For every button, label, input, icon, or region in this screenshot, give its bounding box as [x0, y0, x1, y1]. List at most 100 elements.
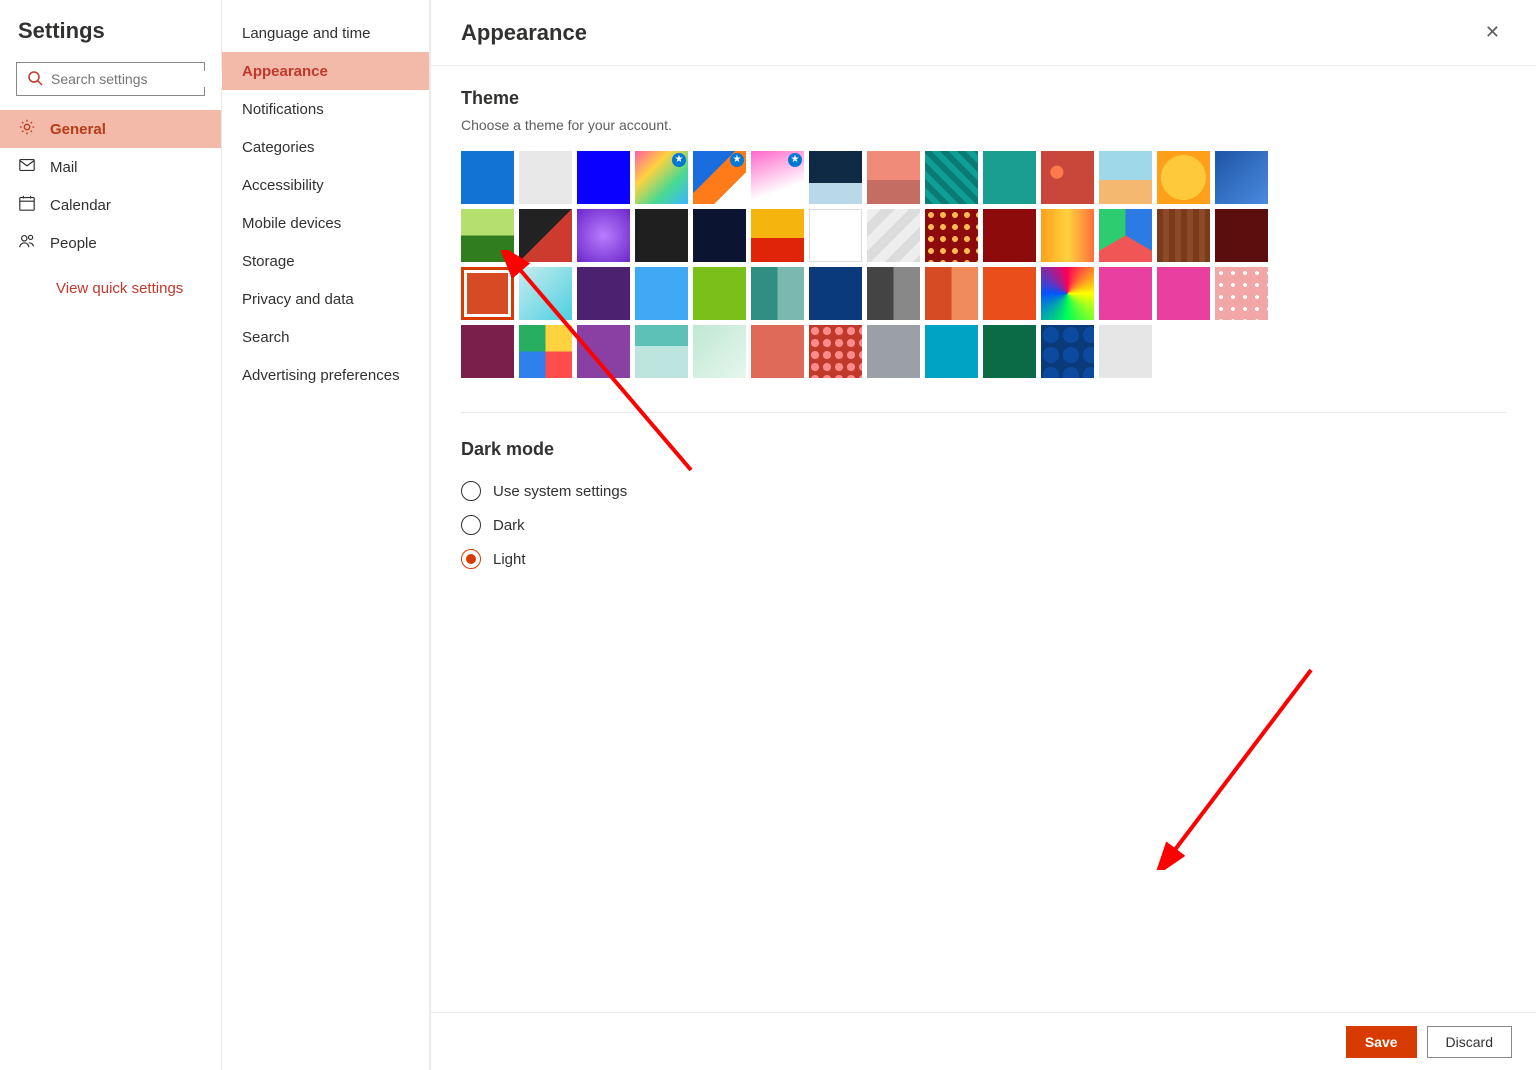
close-button[interactable]: ✕ — [1477, 18, 1508, 47]
theme-swatch-orange-split[interactable] — [925, 267, 978, 320]
discard-button[interactable]: Discard — [1427, 1026, 1512, 1058]
theme-swatch-midnight[interactable] — [693, 209, 746, 262]
theme-swatch-red-tri[interactable] — [519, 209, 572, 262]
sub-nav-item-cat[interactable]: Categories — [222, 128, 429, 166]
sub-nav-item-appearance[interactable]: Appearance — [222, 52, 429, 90]
premium-star-icon: ★ — [788, 153, 802, 167]
view-quick-settings-link[interactable]: View quick settings — [0, 262, 221, 297]
theme-swatch-violet-glow[interactable] — [577, 209, 630, 262]
theme-subtext: Choose a theme for your account. — [461, 117, 1506, 133]
theme-swatch-dark-red[interactable] — [1215, 209, 1268, 262]
theme-swatch-unicorn[interactable]: ★ — [751, 151, 804, 204]
theme-swatch-sky-blue[interactable] — [635, 267, 688, 320]
theme-swatch-gray-split[interactable] — [867, 267, 920, 320]
theme-swatch-palm-sunset[interactable] — [867, 151, 920, 204]
theme-swatch-red-bubbles[interactable] — [809, 325, 862, 378]
theme-swatch-magenta[interactable] — [1099, 267, 1152, 320]
theme-swatch-star[interactable] — [1157, 151, 1210, 204]
radio-icon — [461, 515, 481, 535]
theme-swatch-crayons[interactable] — [1041, 209, 1094, 262]
theme-swatch-purple[interactable] — [577, 325, 630, 378]
theme-swatch-maroon[interactable] — [983, 209, 1036, 262]
theme-swatch-shapes[interactable] — [1099, 209, 1152, 262]
settings-sub-nav: Language and timeAppearanceNotifications… — [222, 0, 430, 1070]
theme-swatch-forest[interactable] — [983, 325, 1036, 378]
left-nav-label: People — [50, 235, 97, 252]
theme-swatch-sailboat[interactable] — [1099, 151, 1152, 204]
radio-icon — [461, 481, 481, 501]
radio-label: Use system settings — [493, 483, 627, 500]
theme-swatch-navy[interactable] — [809, 267, 862, 320]
theme-swatch-beach-dark[interactable] — [809, 151, 862, 204]
left-nav-label: General — [50, 121, 106, 138]
search-settings-field[interactable] — [51, 71, 232, 87]
theme-swatch-red-eyes[interactable] — [1041, 151, 1094, 204]
left-nav-item-people[interactable]: People — [0, 224, 221, 262]
left-nav-item-mail[interactable]: Mail — [0, 148, 221, 186]
theme-swatch-teal-split[interactable] — [751, 267, 804, 320]
sub-nav-item-access[interactable]: Accessibility — [222, 166, 429, 204]
dark-mode-heading: Dark mode — [461, 439, 1506, 460]
calendar-icon — [18, 194, 36, 216]
theme-swatch-coral[interactable] — [751, 325, 804, 378]
theme-swatch-navy-pattern[interactable] — [1041, 325, 1094, 378]
theme-swatch-plum[interactable] — [461, 325, 514, 378]
sub-nav-item-lang[interactable]: Language and time — [222, 14, 429, 52]
dark-mode-option-dark[interactable]: Dark — [461, 508, 1506, 542]
theme-swatch-chevron[interactable] — [867, 209, 920, 262]
page-title: Appearance — [461, 20, 587, 46]
search-settings-input[interactable] — [16, 62, 205, 96]
theme-swatch-cyan[interactable] — [925, 325, 978, 378]
theme-swatch-blue[interactable] — [461, 151, 514, 204]
theme-swatch-ovation[interactable] — [983, 151, 1036, 204]
dark-mode-option-system[interactable]: Use system settings — [461, 474, 1506, 508]
theme-swatch-deep-purple[interactable] — [577, 267, 630, 320]
mail-icon — [18, 156, 36, 178]
theme-swatch-pink-dots[interactable] — [1215, 267, 1268, 320]
people-icon — [18, 232, 36, 254]
theme-swatch-red-dots[interactable] — [925, 209, 978, 262]
left-nav-label: Calendar — [50, 197, 111, 214]
premium-star-icon: ★ — [672, 153, 686, 167]
general-icon — [18, 118, 36, 140]
theme-swatch-lime[interactable] — [693, 267, 746, 320]
theme-swatch-wood[interactable] — [1157, 209, 1210, 262]
settings-title: Settings — [0, 18, 221, 62]
theme-swatch-blue-glass[interactable] — [1215, 151, 1268, 204]
sub-nav-item-ads[interactable]: Advertising preferences — [222, 356, 429, 394]
theme-grid: ★ ★ ★ — [461, 151, 1506, 378]
left-nav-item-general[interactable]: General — [0, 110, 221, 148]
theme-swatch-hot-pink[interactable] — [1157, 267, 1210, 320]
theme-swatch-confetti[interactable] — [1041, 267, 1094, 320]
dark-mode-option-light[interactable]: Light — [461, 542, 1506, 576]
theme-swatch-robot[interactable] — [635, 325, 688, 378]
theme-swatch-ribbon[interactable]: ★ — [693, 151, 746, 204]
left-nav-label: Mail — [50, 159, 78, 176]
theme-swatch-lego[interactable] — [751, 209, 804, 262]
radio-label: Dark — [493, 517, 525, 534]
sub-nav-item-notif[interactable]: Notifications — [222, 90, 429, 128]
theme-swatch-charcoal[interactable] — [635, 209, 688, 262]
sub-nav-item-mobile[interactable]: Mobile devices — [222, 204, 429, 242]
sub-nav-item-privacy[interactable]: Privacy and data — [222, 280, 429, 318]
theme-swatch-cmyk-tri[interactable] — [519, 325, 572, 378]
theme-swatch-orange[interactable] — [461, 267, 514, 320]
theme-swatch-cat[interactable] — [809, 209, 862, 262]
save-button[interactable]: Save — [1346, 1026, 1417, 1058]
dark-mode-section: Dark mode Use system settings Dark Light — [461, 439, 1506, 576]
theme-swatch-meadow[interactable] — [461, 209, 514, 262]
sub-nav-item-search[interactable]: Search — [222, 318, 429, 356]
left-nav-item-calendar[interactable]: Calendar — [0, 186, 221, 224]
theme-swatch-paper-plane[interactable] — [867, 325, 920, 378]
close-icon: ✕ — [1485, 22, 1500, 42]
theme-swatch-rainbow[interactable]: ★ — [635, 151, 688, 204]
theme-swatch-mint-poly[interactable] — [693, 325, 746, 378]
theme-swatch-orange-red[interactable] — [983, 267, 1036, 320]
search-icon — [27, 70, 43, 89]
theme-swatch-teal-poly[interactable] — [519, 267, 572, 320]
theme-swatch-light-gray[interactable] — [519, 151, 572, 204]
theme-swatch-royal-blue[interactable] — [577, 151, 630, 204]
theme-swatch-snowflake[interactable] — [1099, 325, 1152, 378]
theme-swatch-circuits[interactable] — [925, 151, 978, 204]
sub-nav-item-storage[interactable]: Storage — [222, 242, 429, 280]
